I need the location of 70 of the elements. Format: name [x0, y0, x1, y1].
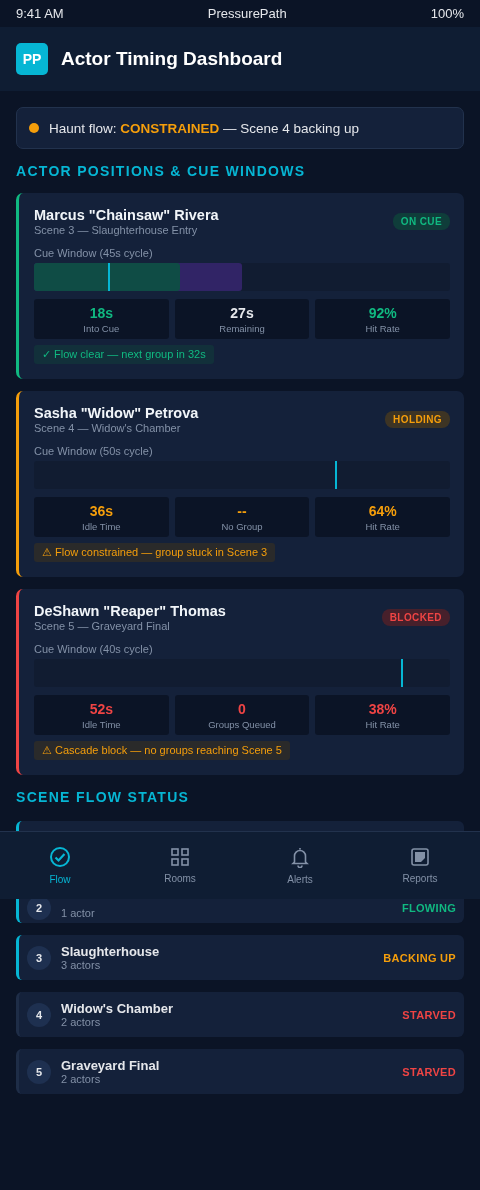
status-badge: BLOCKED [381, 609, 450, 626]
stat-label: Remaining [218, 323, 266, 334]
stat-label: Hit Rate [364, 323, 401, 334]
stat-label: Into Cue [82, 323, 121, 334]
stat-label: Hit Rate [364, 719, 401, 730]
stat-label: Idle Time [81, 521, 122, 532]
actor-count: 3 actors [61, 959, 102, 971]
alert-text: Haunt flow: CONSTRAINED — Scene 4 backing up [49, 120, 359, 136]
app-logo: PP [16, 43, 48, 75]
status-app-name: PressurePath [207, 6, 287, 21]
nav-tab[interactable]: Rooms [120, 832, 240, 899]
nav-tab[interactable]: Reports [360, 832, 480, 899]
cue-window-label: Cue Window (50s cycle) [34, 445, 154, 457]
scene-status: STARVED [402, 1008, 456, 1021]
scene-row[interactable]: 5 Graveyard Final 2 actors STARVED [16, 1049, 464, 1094]
actor-name: Sasha "Widow" Petrova [34, 405, 199, 421]
bell-icon [290, 846, 310, 868]
actor-name: Marcus "Chainsaw" Rivera [34, 207, 219, 223]
stat-value: 64% [367, 503, 398, 519]
scene-row[interactable]: 3 Slaughterhouse 3 actors BACKING UP [16, 935, 464, 980]
section-title: ACTOR POSITIONS & CUE WINDOWS [16, 163, 307, 179]
actor-scene: Scene 5 — Graveyard Final [34, 620, 171, 632]
stat-value: 38% [367, 701, 398, 717]
stat-label: No Group [220, 521, 264, 532]
status-badge: HOLDING [385, 411, 450, 428]
actor-scene: Scene 3 — Slaughterhouse Entry [34, 224, 199, 236]
status-time: 9:41 AM [16, 6, 64, 21]
stat-label: Hit Rate [364, 521, 401, 532]
scene-number: 4 [27, 1002, 51, 1027]
report-icon [410, 847, 430, 867]
actor-count: 2 actors [61, 1073, 102, 1085]
scene-name: Widow's Chamber [61, 1001, 175, 1016]
scene-row[interactable]: 4 Widow's Chamber 2 actors STARVED [16, 992, 464, 1037]
stat-value: 27s [229, 305, 255, 321]
scene-row[interactable]: 2 1 actor FLOWING [16, 899, 464, 923]
actor-name: DeShawn "Reaper" Thomas [34, 603, 226, 619]
section-title: SCENE FLOW STATUS [16, 789, 191, 806]
check-circle-icon [49, 846, 71, 868]
status-dot [29, 123, 39, 133]
status-note: ⚠ Flow constrained — group stuck in Scene 3 [34, 543, 276, 562]
stat-value: 0 [237, 701, 247, 717]
scene-status: FLOWING [401, 901, 456, 914]
scene-name: Graveyard Final [61, 1058, 161, 1073]
stat-label: Idle Time [81, 719, 122, 730]
scene-number: 3 [27, 945, 51, 970]
actor-count: 2 actors [61, 1016, 102, 1028]
scene-status: BACKING UP [383, 951, 456, 964]
nav-tab[interactable]: Alerts [240, 832, 360, 899]
scene-name: Slaughterhouse [61, 944, 161, 959]
scene-status: STARVED [402, 1065, 456, 1078]
cue-window-label: Cue Window (40s cycle) [34, 643, 154, 655]
scene-number: 5 [27, 1059, 51, 1084]
nav-tab[interactable]: Flow [0, 832, 120, 899]
status-note: ⚠ Cascade block — no groups reaching Scene 5 [34, 741, 290, 760]
grid-icon [170, 847, 190, 867]
actor-count: 1 actor [61, 906, 96, 919]
stat-value: 18s [88, 305, 114, 321]
battery-level: 100% [430, 6, 464, 21]
stat-value: 52s [88, 701, 114, 717]
status-badge: ON CUE [392, 213, 450, 230]
stat-label: Groups Queued [207, 719, 277, 730]
actor-scene: Scene 4 — Widow's Chamber [34, 422, 182, 434]
scene-row[interactable] [16, 821, 464, 831]
stat-value: -- [236, 503, 248, 519]
cue-window-label: Cue Window (45s cycle) [34, 247, 154, 259]
stat-value: 92% [367, 305, 398, 321]
status-note: ✓ Flow clear — next group in 32s [34, 345, 214, 364]
stat-value: 36s [88, 503, 114, 519]
page-title: Actor Timing Dashboard [61, 48, 283, 70]
scene-number: 2 [27, 899, 51, 920]
